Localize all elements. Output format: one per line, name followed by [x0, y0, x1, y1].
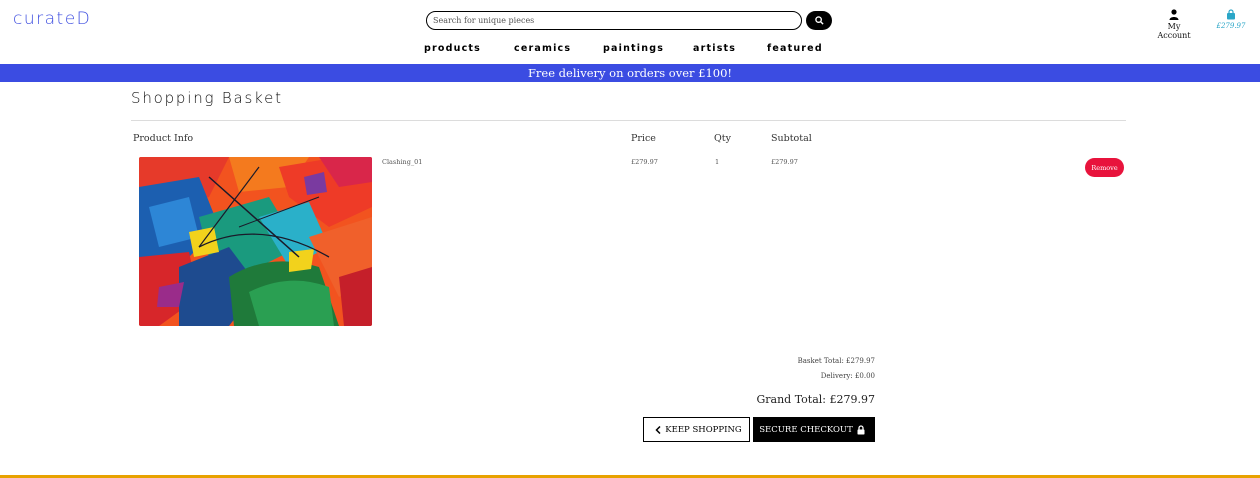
divider [131, 120, 1126, 121]
nav-item-artists[interactable]: artists [693, 43, 736, 54]
header-price: Price [631, 133, 656, 144]
product-image [139, 157, 372, 326]
shopping-bag-icon [1227, 9, 1235, 20]
product-qty: 1 [715, 158, 720, 166]
account-label: My Account [1157, 22, 1191, 40]
basket-link[interactable]: £279.97 [1214, 9, 1248, 30]
free-delivery-banner: Free delivery on orders over £100! [0, 64, 1260, 82]
lock-icon [857, 424, 865, 434]
search-button[interactable] [806, 11, 832, 30]
nav-item-featured[interactable]: featured [767, 43, 823, 54]
keep-shopping-button[interactable]: KEEP SHOPPING [643, 417, 750, 442]
basket-total-amount: £279.97 [1216, 22, 1246, 30]
nav-item-products[interactable]: products [424, 43, 481, 54]
user-icon [1169, 9, 1179, 20]
nav-item-paintings[interactable]: paintings [603, 43, 664, 54]
product-price: £279.97 [631, 158, 658, 166]
product-subtotal: £279.97 [771, 158, 798, 166]
search-icon [814, 16, 824, 25]
secure-checkout-label: SECURE CHECKOUT [759, 424, 853, 435]
delivery-cost: Delivery: £0.00 [820, 372, 875, 380]
header-product-info: Product Info [133, 133, 194, 144]
header-qty: Qty [714, 133, 731, 144]
search-input[interactable] [426, 11, 802, 30]
chevron-left-icon [655, 425, 661, 434]
remove-button[interactable]: Remove [1085, 158, 1124, 177]
grand-total: Grand Total: £279.97 [756, 393, 875, 406]
header-subtotal: Subtotal [771, 133, 812, 144]
site-logo[interactable]: curateD [13, 9, 91, 29]
nav-item-ceramics[interactable]: ceramics [514, 43, 571, 54]
product-name[interactable]: Clashing_01 [382, 158, 422, 166]
keep-shopping-label: KEEP SHOPPING [665, 424, 742, 435]
basket-total: Basket Total: £279.97 [797, 357, 875, 365]
search-bar [426, 11, 832, 30]
my-account-link[interactable]: My Account [1152, 9, 1196, 40]
secure-checkout-button[interactable]: SECURE CHECKOUT [753, 417, 875, 442]
page-title: Shopping Basket [131, 89, 283, 107]
